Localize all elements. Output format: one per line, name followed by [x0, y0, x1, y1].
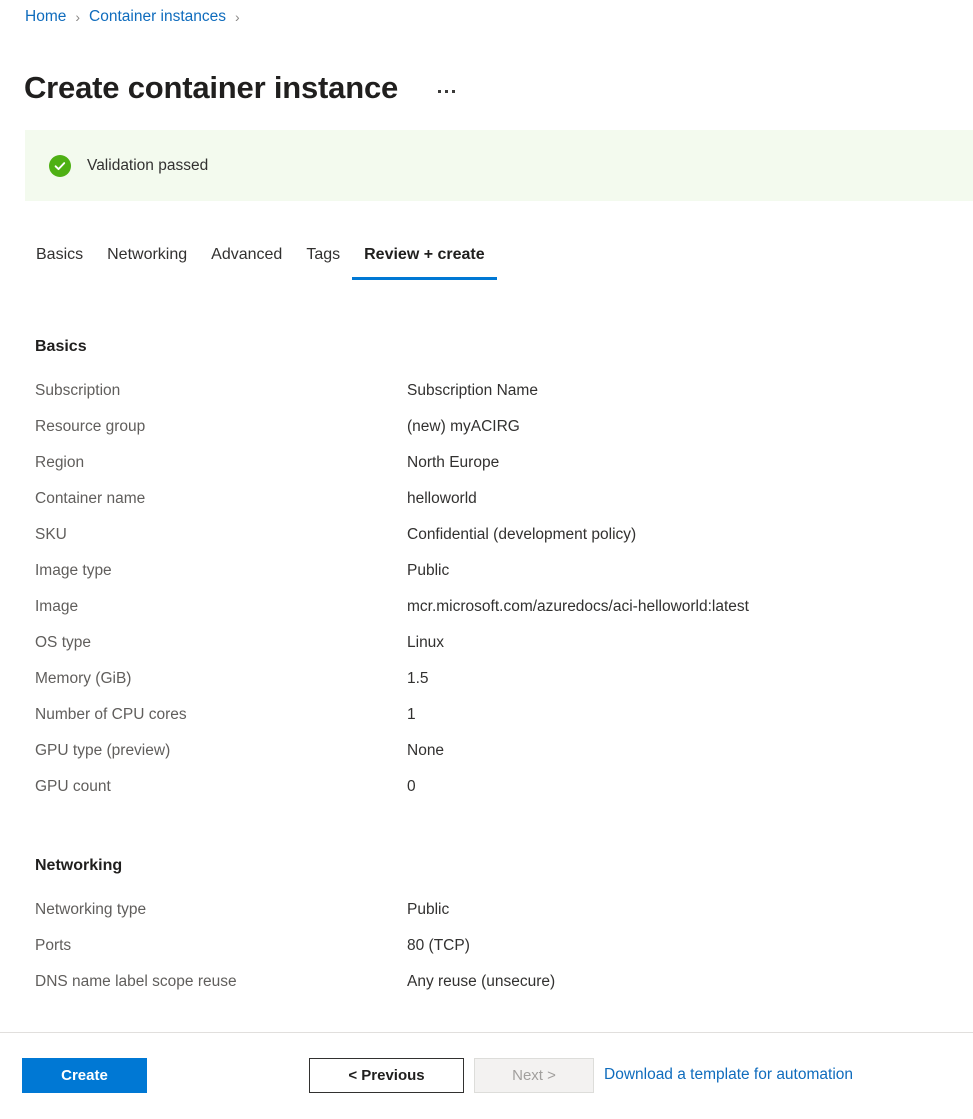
ellipsis-dot [452, 90, 455, 93]
tab-advanced[interactable]: Advanced [199, 244, 294, 280]
chevron-right-icon: › [75, 7, 80, 27]
section-title: Networking [35, 855, 955, 877]
table-row: DNS name label scope reuse Any reuse (un… [35, 971, 955, 1007]
row-label: Resource group [35, 416, 407, 438]
validation-message: Validation passed [87, 156, 208, 176]
row-label: Number of CPU cores [35, 704, 407, 726]
row-label: GPU count [35, 776, 407, 798]
row-label: OS type [35, 632, 407, 654]
breadcrumb-item-container-instances[interactable]: Container instances [89, 7, 226, 27]
tab-tags[interactable]: Tags [294, 244, 352, 280]
row-value: Public [407, 560, 449, 582]
check-circle-icon [49, 155, 71, 177]
table-row: Image type Public [35, 560, 955, 596]
ellipsis-dot [438, 90, 441, 93]
page-title: Create container instance [24, 67, 398, 109]
row-label: GPU type (preview) [35, 740, 407, 762]
table-row: Region North Europe [35, 452, 955, 488]
row-label: Subscription [35, 380, 407, 402]
row-value: None [407, 740, 444, 762]
previous-button[interactable]: < Previous [309, 1058, 464, 1093]
create-button[interactable]: Create [22, 1058, 147, 1093]
validation-banner: Validation passed [25, 130, 973, 201]
table-row: Memory (GiB) 1.5 [35, 668, 955, 704]
table-row: OS type Linux [35, 632, 955, 668]
table-row: Ports 80 (TCP) [35, 935, 955, 971]
row-label: DNS name label scope reuse [35, 971, 407, 993]
next-button[interactable]: Next > [474, 1058, 594, 1093]
ellipsis-dot [445, 90, 448, 93]
row-value: Linux [407, 632, 444, 654]
table-row: Resource group (new) myACIRG [35, 416, 955, 452]
wizard-tabs: Basics Networking Advanced Tags Review +… [24, 244, 497, 280]
tab-networking[interactable]: Networking [95, 244, 199, 280]
row-value: North Europe [407, 452, 499, 474]
section-basics: Basics Subscription Subscription Name Re… [35, 336, 955, 812]
row-value: 1 [407, 704, 416, 726]
table-row: Subscription Subscription Name [35, 380, 955, 416]
tab-basics[interactable]: Basics [24, 244, 95, 280]
more-options-icon[interactable] [436, 86, 457, 97]
table-row: Networking type Public [35, 899, 955, 935]
row-label: Memory (GiB) [35, 668, 407, 690]
row-value: Any reuse (unsecure) [407, 971, 555, 993]
row-label: Container name [35, 488, 407, 510]
row-label: SKU [35, 524, 407, 546]
row-value: Public [407, 899, 449, 921]
row-value: Confidential (development policy) [407, 524, 636, 546]
page-header: Create container instance [24, 46, 457, 130]
row-label: Ports [35, 935, 407, 957]
table-row: GPU type (preview) None [35, 740, 955, 776]
table-row: GPU count 0 [35, 776, 955, 812]
row-value: (new) myACIRG [407, 416, 520, 438]
tab-review-create[interactable]: Review + create [352, 244, 497, 280]
chevron-right-icon: › [235, 7, 240, 27]
breadcrumb-item-home[interactable]: Home [25, 7, 66, 27]
row-value: Subscription Name [407, 380, 538, 402]
section-networking: Networking Networking type Public Ports … [35, 855, 955, 1007]
table-row: SKU Confidential (development policy) [35, 524, 955, 560]
row-value: 1.5 [407, 668, 429, 690]
table-row: Container name helloworld [35, 488, 955, 524]
row-label: Networking type [35, 899, 407, 921]
download-template-link[interactable]: Download a template for automation [604, 1064, 853, 1086]
section-title: Basics [35, 336, 955, 358]
row-label: Image type [35, 560, 407, 582]
row-label: Region [35, 452, 407, 474]
row-value: 80 (TCP) [407, 935, 470, 957]
row-label: Image [35, 596, 407, 618]
row-value: helloworld [407, 488, 477, 510]
row-value: 0 [407, 776, 416, 798]
row-value: mcr.microsoft.com/azuredocs/aci-hellowor… [407, 596, 749, 618]
table-row: Number of CPU cores 1 [35, 704, 955, 740]
table-row: Image mcr.microsoft.com/azuredocs/aci-he… [35, 596, 955, 632]
breadcrumb: Home › Container instances › [25, 7, 249, 27]
